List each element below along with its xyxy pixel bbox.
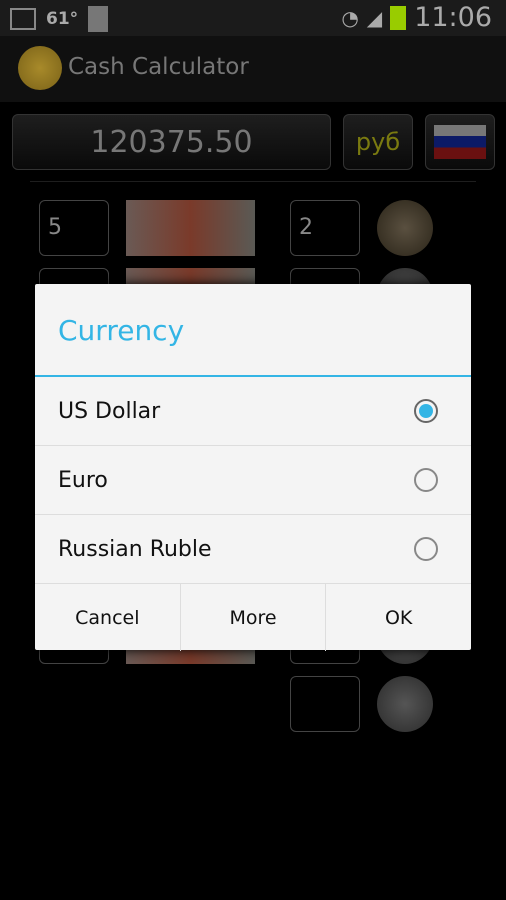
status-bar: 61° ◔ ◢ 11:06 [0,0,506,36]
radio-icon[interactable] [414,537,438,561]
gallery-icon [10,8,36,30]
radio-icon[interactable] [414,468,438,492]
clock: 11:06 [414,2,492,33]
app-logo-icon [18,46,62,90]
option-russian-ruble[interactable]: Russian Ruble [35,515,471,584]
option-label: US Dollar [58,398,161,424]
wifi-icon: ◔ [341,5,359,30]
radio-selected-icon[interactable] [414,399,438,423]
option-label: Euro [58,467,108,493]
currency-button[interactable]: руб [343,114,413,170]
battery-icon [390,5,407,30]
signal-icon: ◢ [366,5,383,30]
flag-button[interactable] [425,114,495,170]
option-us-dollar[interactable]: US Dollar [35,377,471,446]
banknote-count-input[interactable]: 5 [39,200,109,256]
more-button[interactable]: More [179,584,326,651]
sd-card-settings-icon [88,6,109,32]
coin-image [377,676,433,732]
option-euro[interactable]: Euro [35,446,471,515]
ok-button[interactable]: OK [325,584,471,651]
coin-count-input[interactable] [290,676,360,732]
dialog-title: Currency [58,314,185,347]
divider [30,181,476,182]
option-label: Russian Ruble [58,536,212,562]
total-display: 120375.50 [12,114,331,170]
temperature: 61° [46,9,79,29]
russia-flag-icon [434,125,486,159]
app-title: Cash Calculator [68,54,249,80]
currency-dialog: Currency US Dollar Euro Russian Ruble Ca… [35,284,471,651]
coin-image [377,200,433,256]
action-bar: Cash Calculator [0,36,506,102]
banknote-image [126,200,255,256]
cancel-button[interactable]: Cancel [35,584,180,651]
coin-count-input[interactable]: 2 [290,200,360,256]
